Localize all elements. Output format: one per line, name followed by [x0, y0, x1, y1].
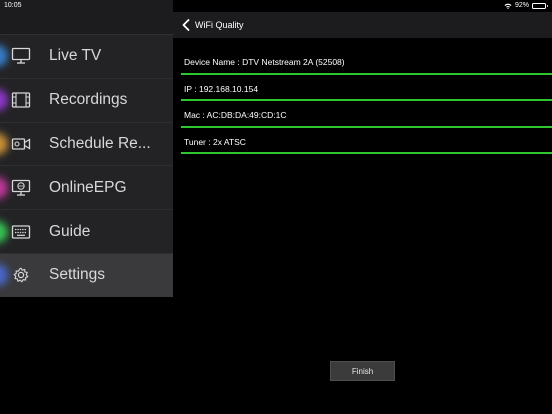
sidebar-item-glow: [0, 220, 8, 243]
sidebar-item-label: Schedule Re...: [49, 134, 151, 152]
sidebar-item-recordings[interactable]: Recordings: [0, 77, 173, 122]
info-row-device-name: Device Name : DTV Netstream 2A (52508): [173, 48, 552, 75]
nav-bar: WiFi Quality: [173, 12, 552, 38]
finish-button[interactable]: Finish: [330, 361, 395, 381]
status-bar: 10:05 92%: [0, 0, 552, 12]
info-row-ip: IP : 192.168.10.154: [173, 75, 552, 101]
signal-quality-line: [181, 152, 552, 154]
sidebar-item-glow: [0, 89, 8, 112]
battery-percent: 92%: [514, 2, 529, 9]
sidebar-item-label: Live TV: [49, 47, 102, 65]
info-row-tuner: Tuner : 2x ATSC: [173, 128, 552, 154]
sidebar-item-glow: [0, 45, 8, 68]
status-indicators: 92%: [504, 2, 548, 9]
keyboard-icon: [11, 224, 31, 239]
wifi-icon: [504, 3, 512, 9]
info-row-text: IP : 192.168.10.154: [184, 83, 259, 94]
page-title: WiFi Quality: [195, 20, 244, 30]
chevron-left-icon: [182, 19, 190, 31]
sidebar-item-online-epg[interactable]: OnlineEPG: [0, 165, 173, 209]
status-time: 10:05: [4, 2, 22, 9]
info-row-text: Device Name : DTV Netstream 2A (52508): [184, 57, 345, 67]
info-row-text: Tuner : 2x ATSC: [184, 136, 246, 147]
sidebar-item-label: OnlineEPG: [49, 178, 127, 196]
sidebar-item-glow: [0, 264, 8, 287]
battery-icon: [532, 2, 548, 9]
sidebar-item-glow: [0, 176, 8, 199]
info-row-mac: Mac : AC:DB:DA:49:CD:1C: [173, 101, 552, 128]
monitor-icon: [11, 48, 31, 65]
sidebar-item-label: Guide: [49, 222, 91, 240]
sidebar-item-glow: [0, 132, 8, 155]
sidebar-item-live-tv[interactable]: Live TV: [0, 34, 173, 78]
sidebar-item-guide[interactable]: Guide: [0, 209, 173, 253]
sidebar-item-schedule-recording[interactable]: Schedule Re...: [0, 121, 173, 166]
back-button[interactable]: WiFi Quality: [182, 19, 244, 31]
film-icon: [11, 92, 31, 108]
device-info-list: Device Name : DTV Netstream 2A (52508) I…: [173, 48, 552, 154]
gear-icon: [13, 268, 29, 283]
globe-monitor-icon: [11, 179, 31, 196]
sidebar-item-settings[interactable]: Settings: [0, 252, 173, 297]
sidebar-item-label: Settings: [49, 266, 106, 284]
info-row-text: Mac : AC:DB:DA:49:CD:1C: [184, 110, 287, 120]
sidebar: Live TV Recordings Schedule Re... Online…: [0, 0, 173, 297]
sidebar-item-label: Recordings: [49, 91, 128, 109]
camcorder-icon: [11, 138, 31, 150]
